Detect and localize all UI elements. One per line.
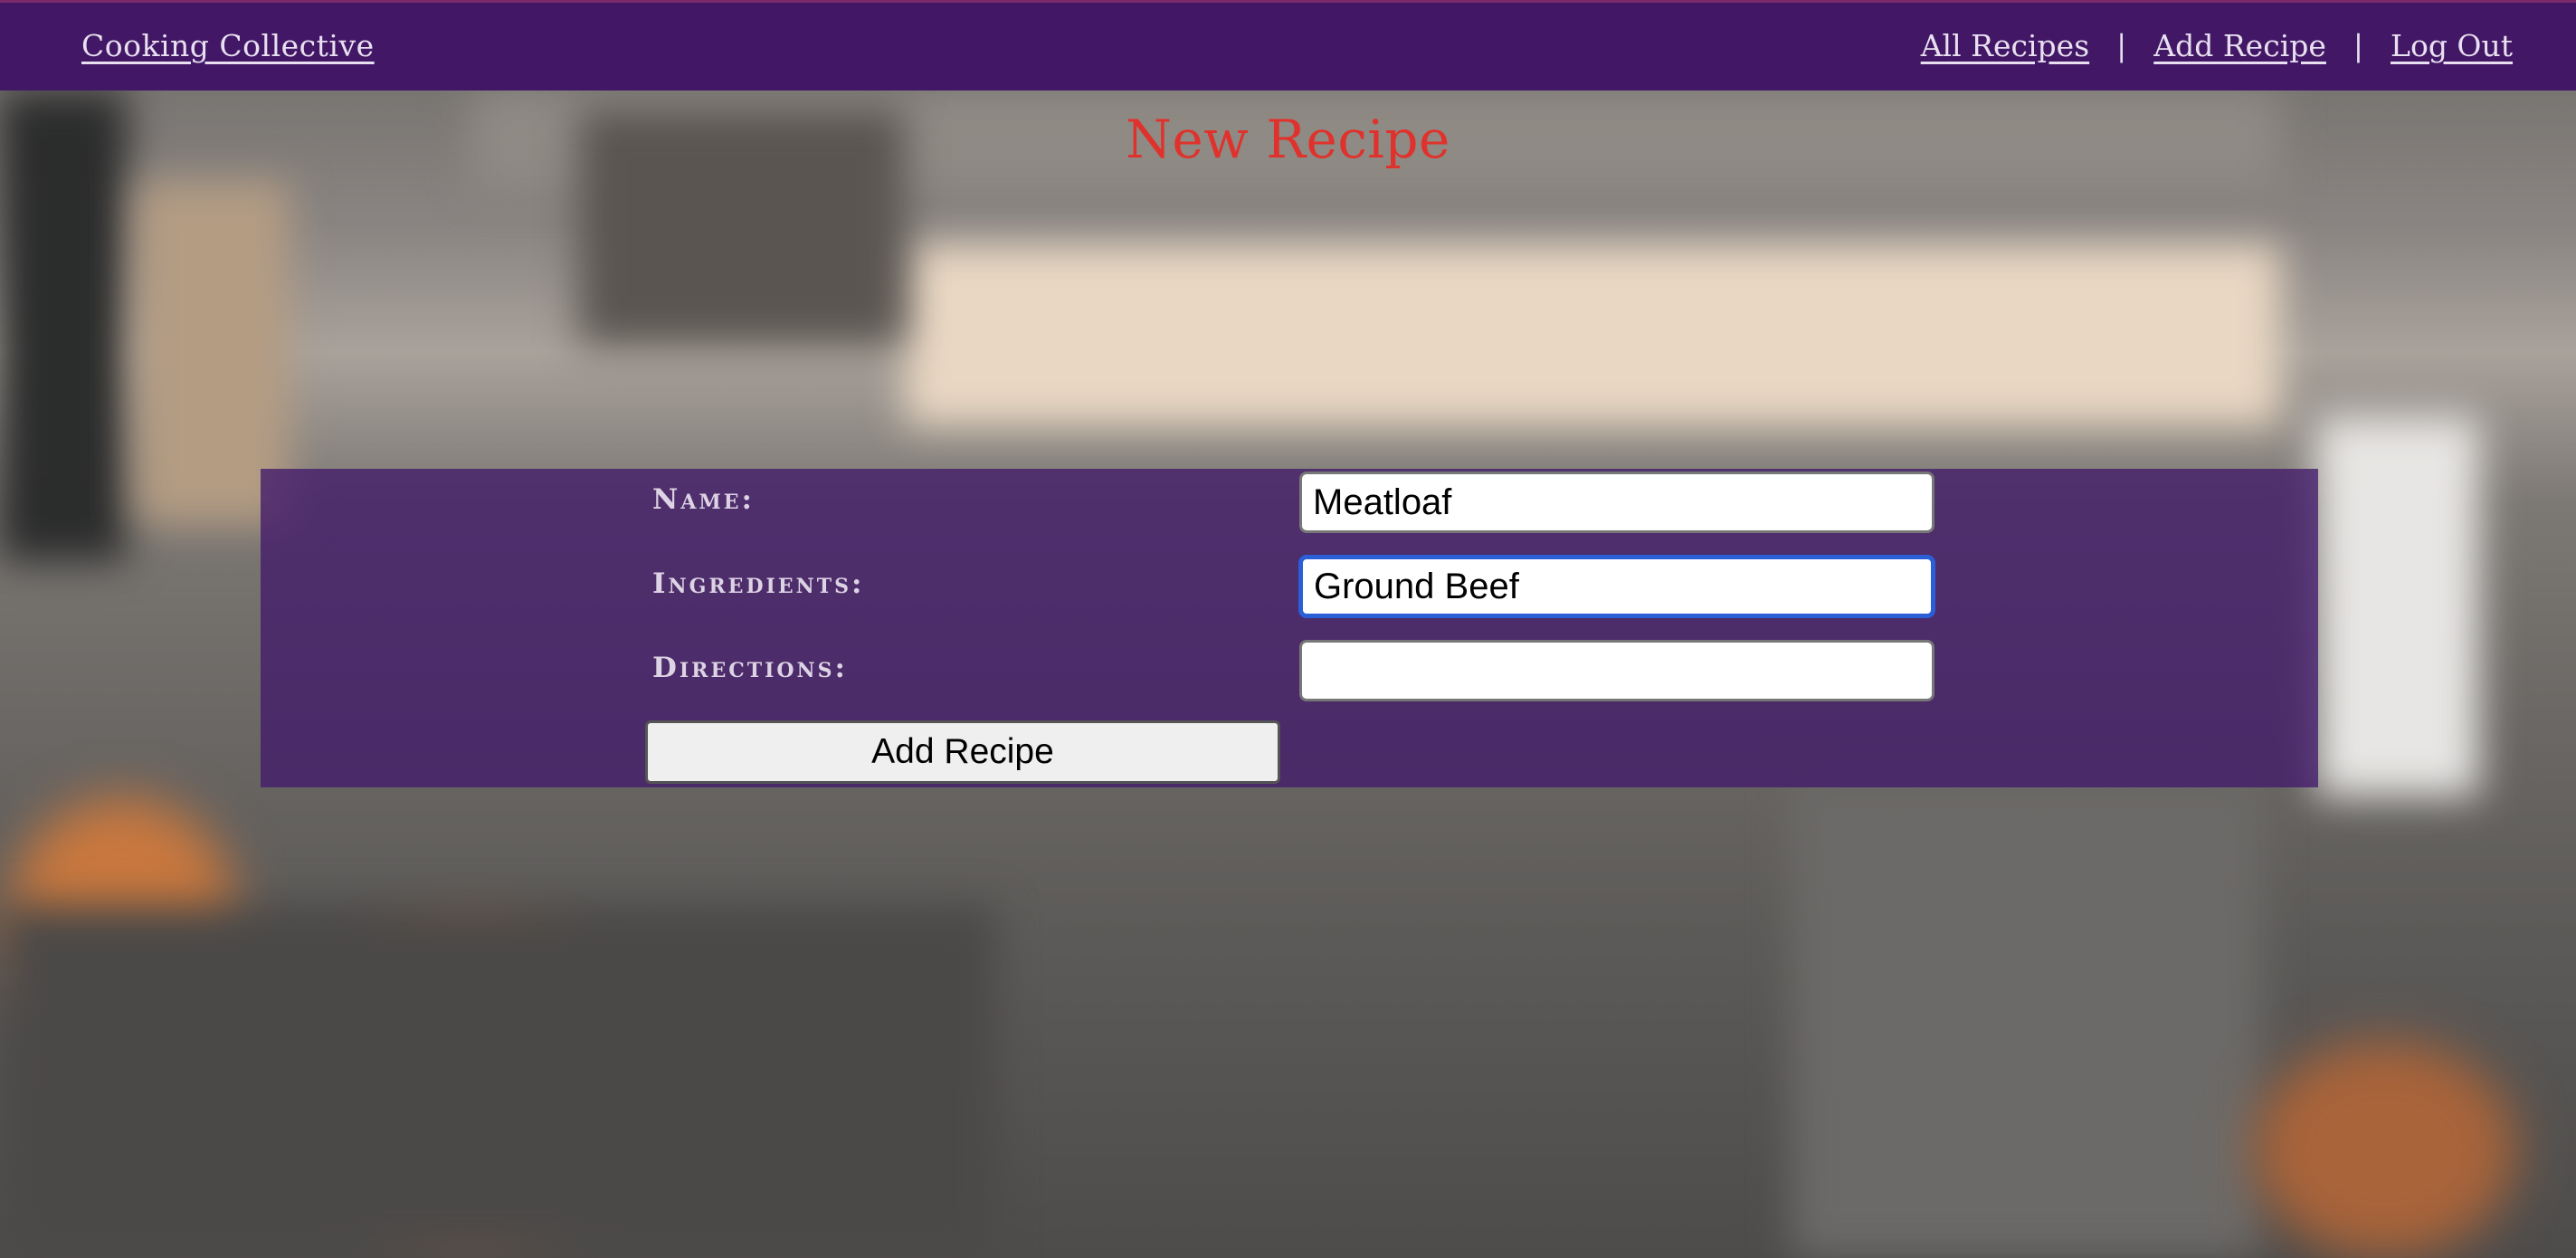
ingredients-input[interactable] — [1299, 556, 1934, 617]
nav-links: All Recipes | Add Recipe | Log Out — [1921, 28, 2513, 63]
brand-link[interactable]: Cooking Collective — [81, 28, 375, 63]
name-input[interactable] — [1299, 472, 1934, 533]
new-recipe-form: Name: Ingredients: Directions: Add Recip… — [261, 469, 2318, 787]
directions-input[interactable] — [1299, 640, 1934, 701]
add-recipe-button[interactable]: Add Recipe — [645, 720, 1280, 784]
top-navbar: Cooking Collective All Recipes | Add Rec… — [0, 0, 2576, 91]
page-title: New Recipe — [1126, 109, 1450, 170]
nav-link-add-recipe[interactable]: Add Recipe — [2153, 28, 2326, 63]
nav-link-log-out[interactable]: Log Out — [2391, 28, 2513, 63]
ingredients-label: Ingredients: — [652, 567, 865, 600]
name-label: Name: — [652, 483, 755, 516]
nav-separator: | — [2353, 28, 2364, 63]
nav-separator: | — [2116, 28, 2127, 63]
nav-link-all-recipes[interactable]: All Recipes — [1921, 28, 2089, 63]
directions-label: Directions: — [652, 652, 849, 684]
